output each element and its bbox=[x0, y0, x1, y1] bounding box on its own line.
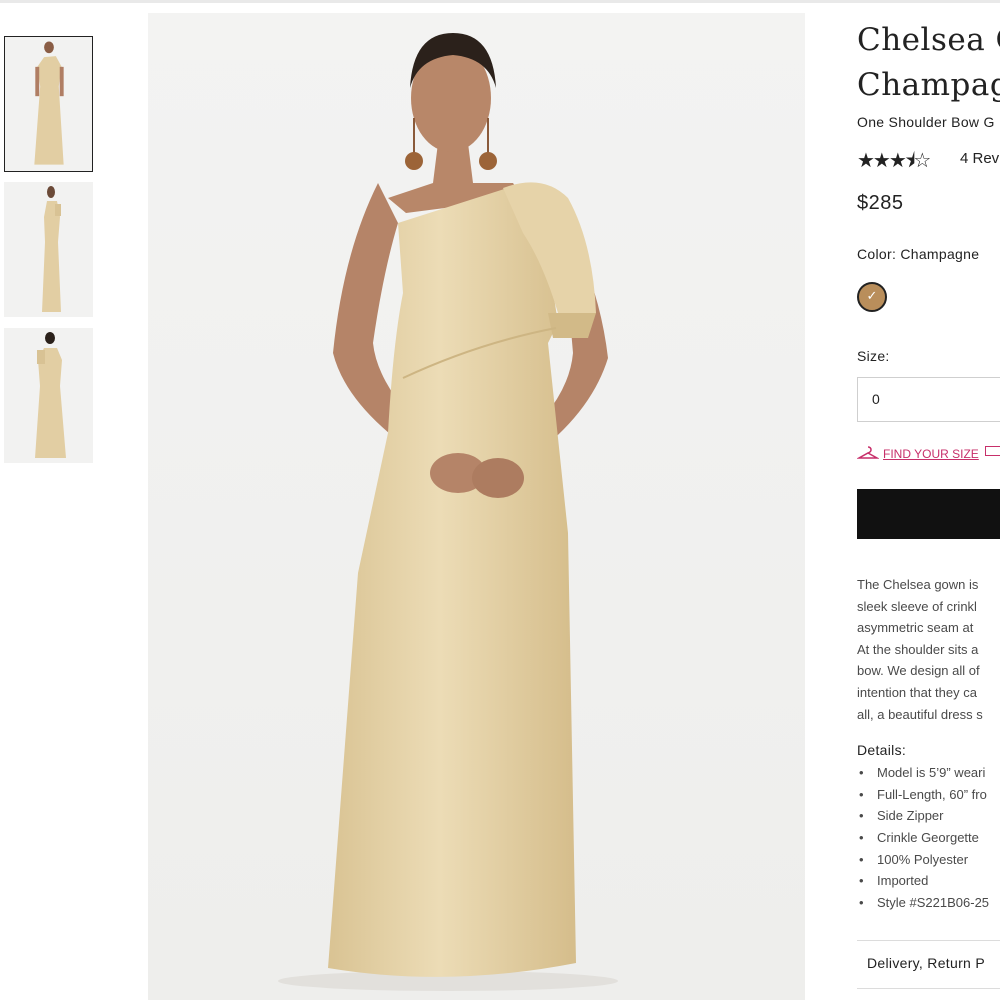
size-label: Size: bbox=[857, 348, 890, 364]
details-heading: Details: bbox=[857, 742, 907, 758]
add-to-bag-button[interactable] bbox=[857, 489, 1000, 539]
find-your-size-label: FIND YOUR SIZE bbox=[883, 447, 979, 461]
description-line: sleek sleeve of crinkl bbox=[857, 598, 977, 614]
star-rating-icon[interactable]: ★★★⯨☆ bbox=[857, 146, 931, 180]
main-product-image[interactable] bbox=[148, 13, 805, 1000]
product-subtitle: One Shoulder Bow G bbox=[857, 114, 995, 130]
size-select[interactable]: 0 bbox=[857, 377, 1000, 422]
details-item: 100% Polyester bbox=[857, 852, 989, 874]
details-item: Crinkle Georgette bbox=[857, 830, 989, 852]
details-item: Model is 5’9” weari bbox=[857, 765, 989, 787]
color-label: Color: Champagne bbox=[857, 246, 980, 262]
product-title: Chelsea G Champag bbox=[857, 18, 1000, 108]
hanger-icon bbox=[857, 446, 879, 459]
divider bbox=[857, 940, 1000, 941]
description-line: all, a beautiful dress s bbox=[857, 706, 983, 722]
details-item: Side Zipper bbox=[857, 808, 989, 830]
details-item: Imported bbox=[857, 873, 989, 895]
product-details-panel: Chelsea G Champag One Shoulder Bow G ★★★… bbox=[857, 0, 1000, 1000]
product-price: $285 bbox=[857, 192, 904, 214]
description-line: The Chelsea gown is bbox=[857, 577, 979, 592]
details-item: Style #S221B06-25 bbox=[857, 895, 989, 917]
thumbnail-back-image bbox=[4, 328, 93, 463]
measuring-tape-icon[interactable] bbox=[985, 446, 1000, 456]
description-line: intention that they ca bbox=[857, 684, 977, 700]
details-list: Model is 5’9” weari Full-Length, 60” fro… bbox=[857, 765, 989, 917]
thumbnail-back[interactable] bbox=[4, 328, 93, 463]
reviews-link[interactable]: 4 Rev bbox=[960, 150, 999, 167]
delivery-returns-accordion[interactable]: Delivery, Return P bbox=[867, 955, 985, 971]
details-item: Full-Length, 60” fro bbox=[857, 787, 989, 809]
description-line: At the shoulder sits a bbox=[857, 641, 979, 657]
product-title-line1: Chelsea G bbox=[857, 22, 1000, 58]
model-in-gown-illustration bbox=[278, 33, 618, 991]
description-line: bow. We design all of bbox=[857, 663, 980, 679]
color-swatch-champagne[interactable]: ✓ bbox=[857, 282, 887, 312]
thumbnail-side[interactable] bbox=[4, 182, 93, 317]
thumbnail-front[interactable] bbox=[4, 36, 93, 172]
product-title-line2: Champag bbox=[857, 67, 1000, 103]
product-description: The Chelsea gown is sleek sleeve of crin… bbox=[857, 574, 1000, 725]
thumbnail-front-image bbox=[5, 37, 92, 171]
thumbnail-side-image bbox=[4, 182, 93, 317]
divider bbox=[857, 988, 1000, 989]
check-icon: ✓ bbox=[866, 288, 878, 303]
description-line: asymmetric seam at bbox=[857, 620, 974, 636]
top-border bbox=[0, 0, 1000, 3]
